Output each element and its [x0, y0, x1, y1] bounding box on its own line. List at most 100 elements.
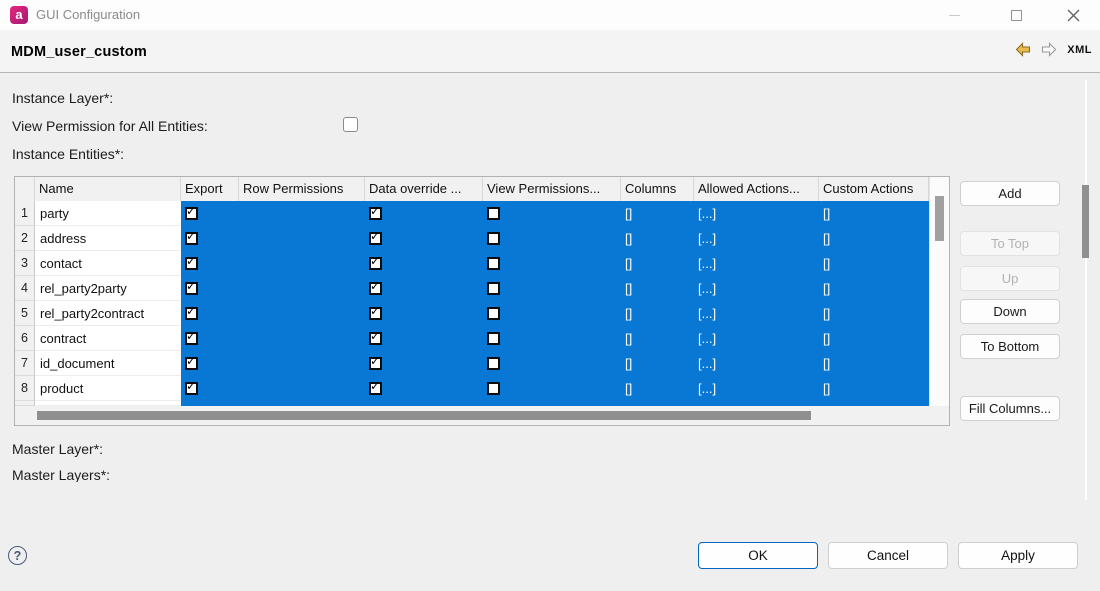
cell-name[interactable]: party — [35, 201, 181, 226]
cell-data-override[interactable] — [365, 326, 483, 351]
cell-row-permissions[interactable] — [239, 326, 365, 351]
row-number[interactable]: 2 — [15, 226, 35, 251]
checked-checkbox-icon[interactable] — [369, 232, 382, 245]
column-header-name[interactable]: Name — [35, 177, 181, 201]
cell-view-permissions[interactable] — [483, 201, 621, 226]
add-button[interactable]: Add — [960, 181, 1060, 206]
checked-checkbox-icon[interactable] — [185, 257, 198, 270]
table-row[interactable]: 5rel_party2contract[][...][] — [15, 301, 949, 326]
cell-allowed-actions[interactable]: [...] — [694, 301, 819, 326]
unchecked-checkbox-icon[interactable] — [487, 382, 500, 395]
checked-checkbox-icon[interactable] — [369, 357, 382, 370]
cell-custom-actions[interactable]: [] — [819, 276, 929, 301]
unchecked-checkbox-icon[interactable] — [487, 282, 500, 295]
column-header-columns[interactable]: Columns — [621, 177, 694, 201]
apply-button[interactable]: Apply — [958, 542, 1078, 569]
instance-entities-table[interactable]: NameExportRow PermissionsData override .… — [14, 176, 950, 426]
unchecked-checkbox-icon[interactable] — [487, 332, 500, 345]
table-row[interactable]: 6contract [][...][] — [15, 326, 949, 351]
cell-data-override[interactable] — [365, 351, 483, 376]
cell-columns[interactable]: [] — [621, 326, 694, 351]
unchecked-checkbox-icon[interactable] — [487, 357, 500, 370]
cell-row-permissions[interactable] — [239, 251, 365, 276]
cell-custom-actions[interactable]: [] — [819, 226, 929, 251]
cell-allowed-actions[interactable]: [...] — [694, 376, 819, 401]
cell-export[interactable] — [181, 251, 239, 276]
checked-checkbox-icon[interactable] — [369, 257, 382, 270]
cell-allowed-actions[interactable]: [...] — [694, 201, 819, 226]
cell-name[interactable]: id_document — [35, 351, 181, 376]
minimize-button[interactable] — [934, 0, 974, 30]
cell-columns[interactable]: [] — [621, 201, 694, 226]
cell-row-permissions[interactable] — [239, 376, 365, 401]
cell-row-permissions[interactable] — [239, 276, 365, 301]
hscrollbar-thumb[interactable] — [37, 411, 811, 420]
cell-view-permissions[interactable] — [483, 351, 621, 376]
cell-row-permissions[interactable] — [239, 351, 365, 376]
to-bottom-button[interactable]: To Bottom — [960, 334, 1060, 359]
checked-checkbox-icon[interactable] — [185, 357, 198, 370]
checked-checkbox-icon[interactable] — [185, 207, 198, 220]
cell-data-override[interactable] — [365, 201, 483, 226]
cell-row-permissions[interactable] — [239, 301, 365, 326]
window-scrollbar-track[interactable] — [1085, 80, 1087, 500]
cell-columns[interactable]: [] — [621, 276, 694, 301]
cell-custom-actions[interactable]: [] — [819, 376, 929, 401]
cell-name[interactable]: rel_party2party — [35, 276, 181, 301]
column-header-view-permissions[interactable]: View Permissions... — [483, 177, 621, 201]
cell-export[interactable] — [181, 376, 239, 401]
cell-export[interactable] — [181, 351, 239, 376]
cell-view-permissions[interactable] — [483, 251, 621, 276]
column-header-export[interactable]: Export — [181, 177, 239, 201]
cell-row-permissions[interactable] — [239, 201, 365, 226]
cell-custom-actions[interactable]: [] — [819, 301, 929, 326]
cell-data-override[interactable] — [365, 276, 483, 301]
table-row[interactable]: 8product [][...][] — [15, 376, 949, 401]
cell-view-permissions[interactable] — [483, 326, 621, 351]
unchecked-checkbox-icon[interactable] — [487, 307, 500, 320]
cell-allowed-actions[interactable]: [...] — [694, 326, 819, 351]
cell-view-permissions[interactable] — [483, 226, 621, 251]
checked-checkbox-icon[interactable] — [185, 332, 198, 345]
row-number[interactable]: 8 — [15, 376, 35, 401]
row-number[interactable]: 6 — [15, 326, 35, 351]
unchecked-checkbox-icon[interactable] — [487, 257, 500, 270]
cell-custom-actions[interactable]: [] — [819, 251, 929, 276]
ok-button[interactable]: OK — [698, 542, 818, 569]
cell-export[interactable] — [181, 326, 239, 351]
cell-columns[interactable]: [] — [621, 351, 694, 376]
cell-name[interactable]: contact — [35, 251, 181, 276]
cell-allowed-actions[interactable]: [...] — [694, 276, 819, 301]
cell-name[interactable]: contract — [35, 326, 181, 351]
cell-export[interactable] — [181, 301, 239, 326]
cell-export[interactable] — [181, 276, 239, 301]
row-number[interactable]: 5 — [15, 301, 35, 326]
table-vertical-scrollbar[interactable] — [929, 177, 949, 406]
cell-columns[interactable]: [] — [621, 301, 694, 326]
cell-name[interactable]: address — [35, 226, 181, 251]
cell-name[interactable]: product — [35, 376, 181, 401]
checked-checkbox-icon[interactable] — [185, 232, 198, 245]
column-header-data-override[interactable]: Data override ... — [365, 177, 483, 201]
table-row[interactable]: 7id_document[][...][] — [15, 351, 949, 376]
cell-columns[interactable]: [] — [621, 226, 694, 251]
column-header-custom-actions[interactable]: Custom Actions — [819, 177, 929, 201]
row-number[interactable]: 1 — [15, 201, 35, 226]
help-button[interactable]: ? — [8, 546, 27, 565]
cell-view-permissions[interactable] — [483, 276, 621, 301]
table-row[interactable]: 2address [][...][] — [15, 226, 949, 251]
cell-export[interactable] — [181, 226, 239, 251]
cell-columns[interactable]: [] — [621, 376, 694, 401]
cell-custom-actions[interactable]: [] — [819, 326, 929, 351]
row-number[interactable]: 3 — [15, 251, 35, 276]
cell-custom-actions[interactable]: [] — [819, 201, 929, 226]
cell-allowed-actions[interactable]: [...] — [694, 226, 819, 251]
checked-checkbox-icon[interactable] — [369, 307, 382, 320]
column-header-allowed-actions[interactable]: Allowed Actions... — [694, 177, 819, 201]
back-arrow-icon[interactable] — [1015, 42, 1031, 57]
checked-checkbox-icon[interactable] — [369, 207, 382, 220]
cell-view-permissions[interactable] — [483, 301, 621, 326]
checked-checkbox-icon[interactable] — [369, 332, 382, 345]
unchecked-checkbox-icon[interactable] — [487, 232, 500, 245]
table-row[interactable]: 4rel_party2party[][...][] — [15, 276, 949, 301]
